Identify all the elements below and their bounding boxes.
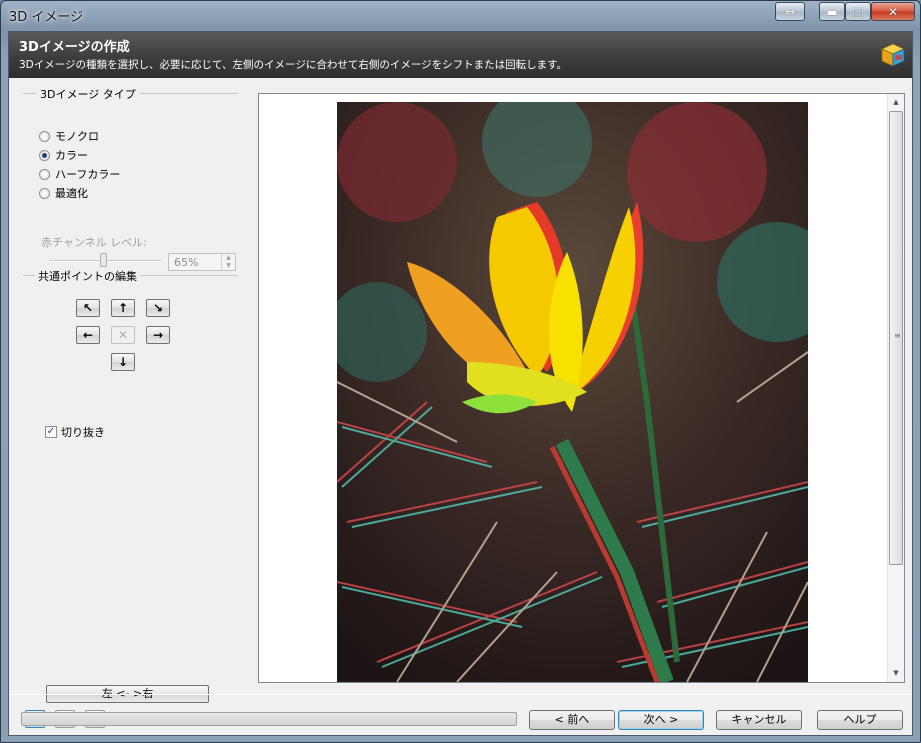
minimize-icon: ▬ xyxy=(826,4,838,19)
shift-right-button[interactable]: → xyxy=(146,326,170,344)
shift-down-right-button[interactable]: ↘ xyxy=(146,299,170,317)
arrow-down-icon: ↓ xyxy=(117,355,129,369)
radio-color[interactable]: カラー xyxy=(39,147,88,163)
shift-left-button[interactable]: ← xyxy=(76,326,100,344)
edit-group-label: 共通ポイントの編集 xyxy=(35,268,140,284)
radio-label: モノクロ xyxy=(55,130,99,143)
radio-monochrome[interactable]: モノクロ xyxy=(39,128,99,144)
maximize-button[interactable]: □ xyxy=(845,2,871,21)
type-group-label: 3Dイメージ タイプ xyxy=(37,86,139,102)
reset-button[interactable]: ✕ xyxy=(111,326,135,344)
header-description: 3Dイメージの種類を選択し、必要に応じて、左側のイメージに合わせて右側のイメージ… xyxy=(19,59,568,71)
crocus-anaglyph-image xyxy=(337,102,808,682)
dialog-client: 3Dイメージの作成 3Dイメージの種類を選択し、必要に応じて、左側のイメージに合… xyxy=(8,31,913,736)
image-preview[interactable]: ▲ ≡ ▼ xyxy=(258,93,905,683)
help-button[interactable]: ヘルプ xyxy=(817,710,903,730)
arrow-right-icon: → xyxy=(152,328,164,342)
wizard-header: 3Dイメージの作成 3Dイメージの種類を選択し、必要に応じて、左側のイメージに合… xyxy=(9,32,912,78)
shift-up-button[interactable]: ↑ xyxy=(111,299,135,317)
scroll-up-arrow[interactable]: ▲ xyxy=(888,94,904,111)
window-title: 3D イメージ xyxy=(9,10,84,25)
cross-icon: ✕ xyxy=(117,328,129,342)
radio-label: カラー xyxy=(55,149,88,162)
radio-label: ハーフカラー xyxy=(55,168,121,181)
resize-button[interactable]: ⇔ xyxy=(775,2,805,21)
radio-circle xyxy=(39,130,50,142)
radio-circle xyxy=(39,187,50,199)
spin-arrows[interactable]: ▲ ▼ xyxy=(221,254,235,270)
progress-bar xyxy=(21,712,517,726)
close-icon: ✕ xyxy=(887,4,899,19)
3d-cube-icon xyxy=(881,43,905,67)
back-button[interactable]: < 前へ xyxy=(529,710,615,730)
checkbox-box: ✓ xyxy=(45,426,57,438)
red-channel-value: 65% xyxy=(174,256,199,269)
radio-circle xyxy=(39,168,50,180)
shift-down-button[interactable]: ↓ xyxy=(111,353,135,371)
scroll-down-arrow[interactable]: ▼ xyxy=(888,665,904,682)
minimize-button[interactable]: ▬ xyxy=(819,2,845,21)
crop-label: 切り抜き xyxy=(61,426,105,439)
arrow-up-left-icon: ↖ xyxy=(82,301,94,315)
footer-divider xyxy=(9,694,912,695)
vertical-scrollbar[interactable]: ▲ ≡ ▼ xyxy=(887,94,904,682)
red-channel-spinbox[interactable]: 65% ▲ ▼ xyxy=(168,253,236,271)
resize-icon: ⇔ xyxy=(784,4,796,19)
crop-checkbox[interactable]: ✓ 切り抜き xyxy=(45,424,105,440)
next-button[interactable]: 次へ > xyxy=(618,710,704,730)
options-panel: 3Dイメージ タイプ モノクロ カラー ハーフカラー 最適化 赤チャンネル レベ… xyxy=(9,78,255,728)
title-bar[interactable]: 3D イメージ ⇔ ▬ □ ✕ xyxy=(1,1,920,29)
anaglyph-photo xyxy=(337,102,808,682)
red-channel-slider-thumb[interactable] xyxy=(100,253,107,267)
maximize-icon: □ xyxy=(852,4,864,19)
scrollbar-thumb[interactable]: ≡ xyxy=(889,111,903,565)
red-channel-label: 赤チャンネル レベル: xyxy=(41,236,147,249)
radio-circle-selected xyxy=(39,149,50,161)
radio-label: 最適化 xyxy=(55,187,88,200)
radio-half-color[interactable]: ハーフカラー xyxy=(39,166,120,182)
radio-optimized[interactable]: 最適化 xyxy=(39,185,88,201)
shift-up-left-button[interactable]: ↖ xyxy=(76,299,100,317)
arrow-up-icon: ↑ xyxy=(117,301,129,315)
cancel-button[interactable]: キャンセル xyxy=(716,710,802,730)
arrow-down-right-icon: ↘ xyxy=(152,301,164,315)
arrow-left-icon: ← xyxy=(82,328,94,342)
dialog-window: 3D イメージ ⇔ ▬ □ ✕ 3Dイメージの作成 3Dイメージの種類を選択し、… xyxy=(0,0,921,743)
close-button[interactable]: ✕ xyxy=(871,2,915,21)
header-title: 3Dイメージの作成 xyxy=(19,40,130,55)
thumb-grip: ≡ xyxy=(894,331,901,340)
